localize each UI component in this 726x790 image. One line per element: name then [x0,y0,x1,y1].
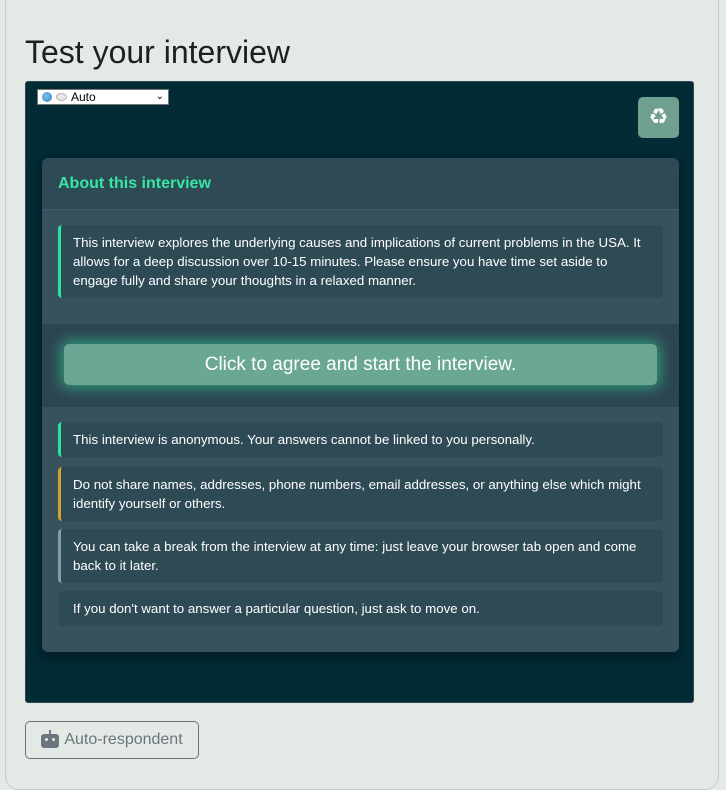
agree-band: Click to agree and start the interview. [42,324,679,407]
language-select[interactable]: Auto ⌄ [37,89,169,105]
interview-panel: Auto ⌄ ♻ About this interview This inter… [25,81,694,703]
consent-header: About this interview [42,158,679,210]
auto-respondent-button[interactable]: Auto-respondent [25,721,199,759]
intro-note: This interview explores the underlying c… [58,225,663,298]
note-text: You can take a break from the interview … [73,539,637,573]
recycle-icon: ♻ [648,105,669,130]
note-anonymous: This interview is anonymous. Your answer… [58,422,663,457]
note-text: Do not share names, addresses, phone num… [73,477,641,511]
auto-respondent-label: Auto-respondent [64,731,183,748]
note-skip-question: If you don't want to answer a particular… [58,591,663,626]
page-title: Test your interview [25,34,290,70]
agree-start-button[interactable]: Click to agree and start the interview. [64,344,657,385]
language-select-value: Auto [71,90,96,104]
intro-text: This interview explores the underlying c… [73,235,641,288]
note-text: If you don't want to answer a particular… [73,601,480,616]
note-privacy-warning: Do not share names, addresses, phone num… [58,467,663,521]
agree-start-label: Click to agree and start the interview. [204,353,517,375]
consent-title: About this interview [58,174,211,192]
globe-icon [42,92,52,102]
consent-card: About this interview This interview expl… [42,158,679,652]
speech-bubble-icon [56,93,67,101]
chevron-down-icon: ⌄ [155,91,164,102]
reset-button[interactable]: ♻ [638,97,679,138]
robot-icon [41,730,60,748]
note-text: This interview is anonymous. Your answer… [73,432,535,447]
note-break: You can take a break from the interview … [58,529,663,583]
